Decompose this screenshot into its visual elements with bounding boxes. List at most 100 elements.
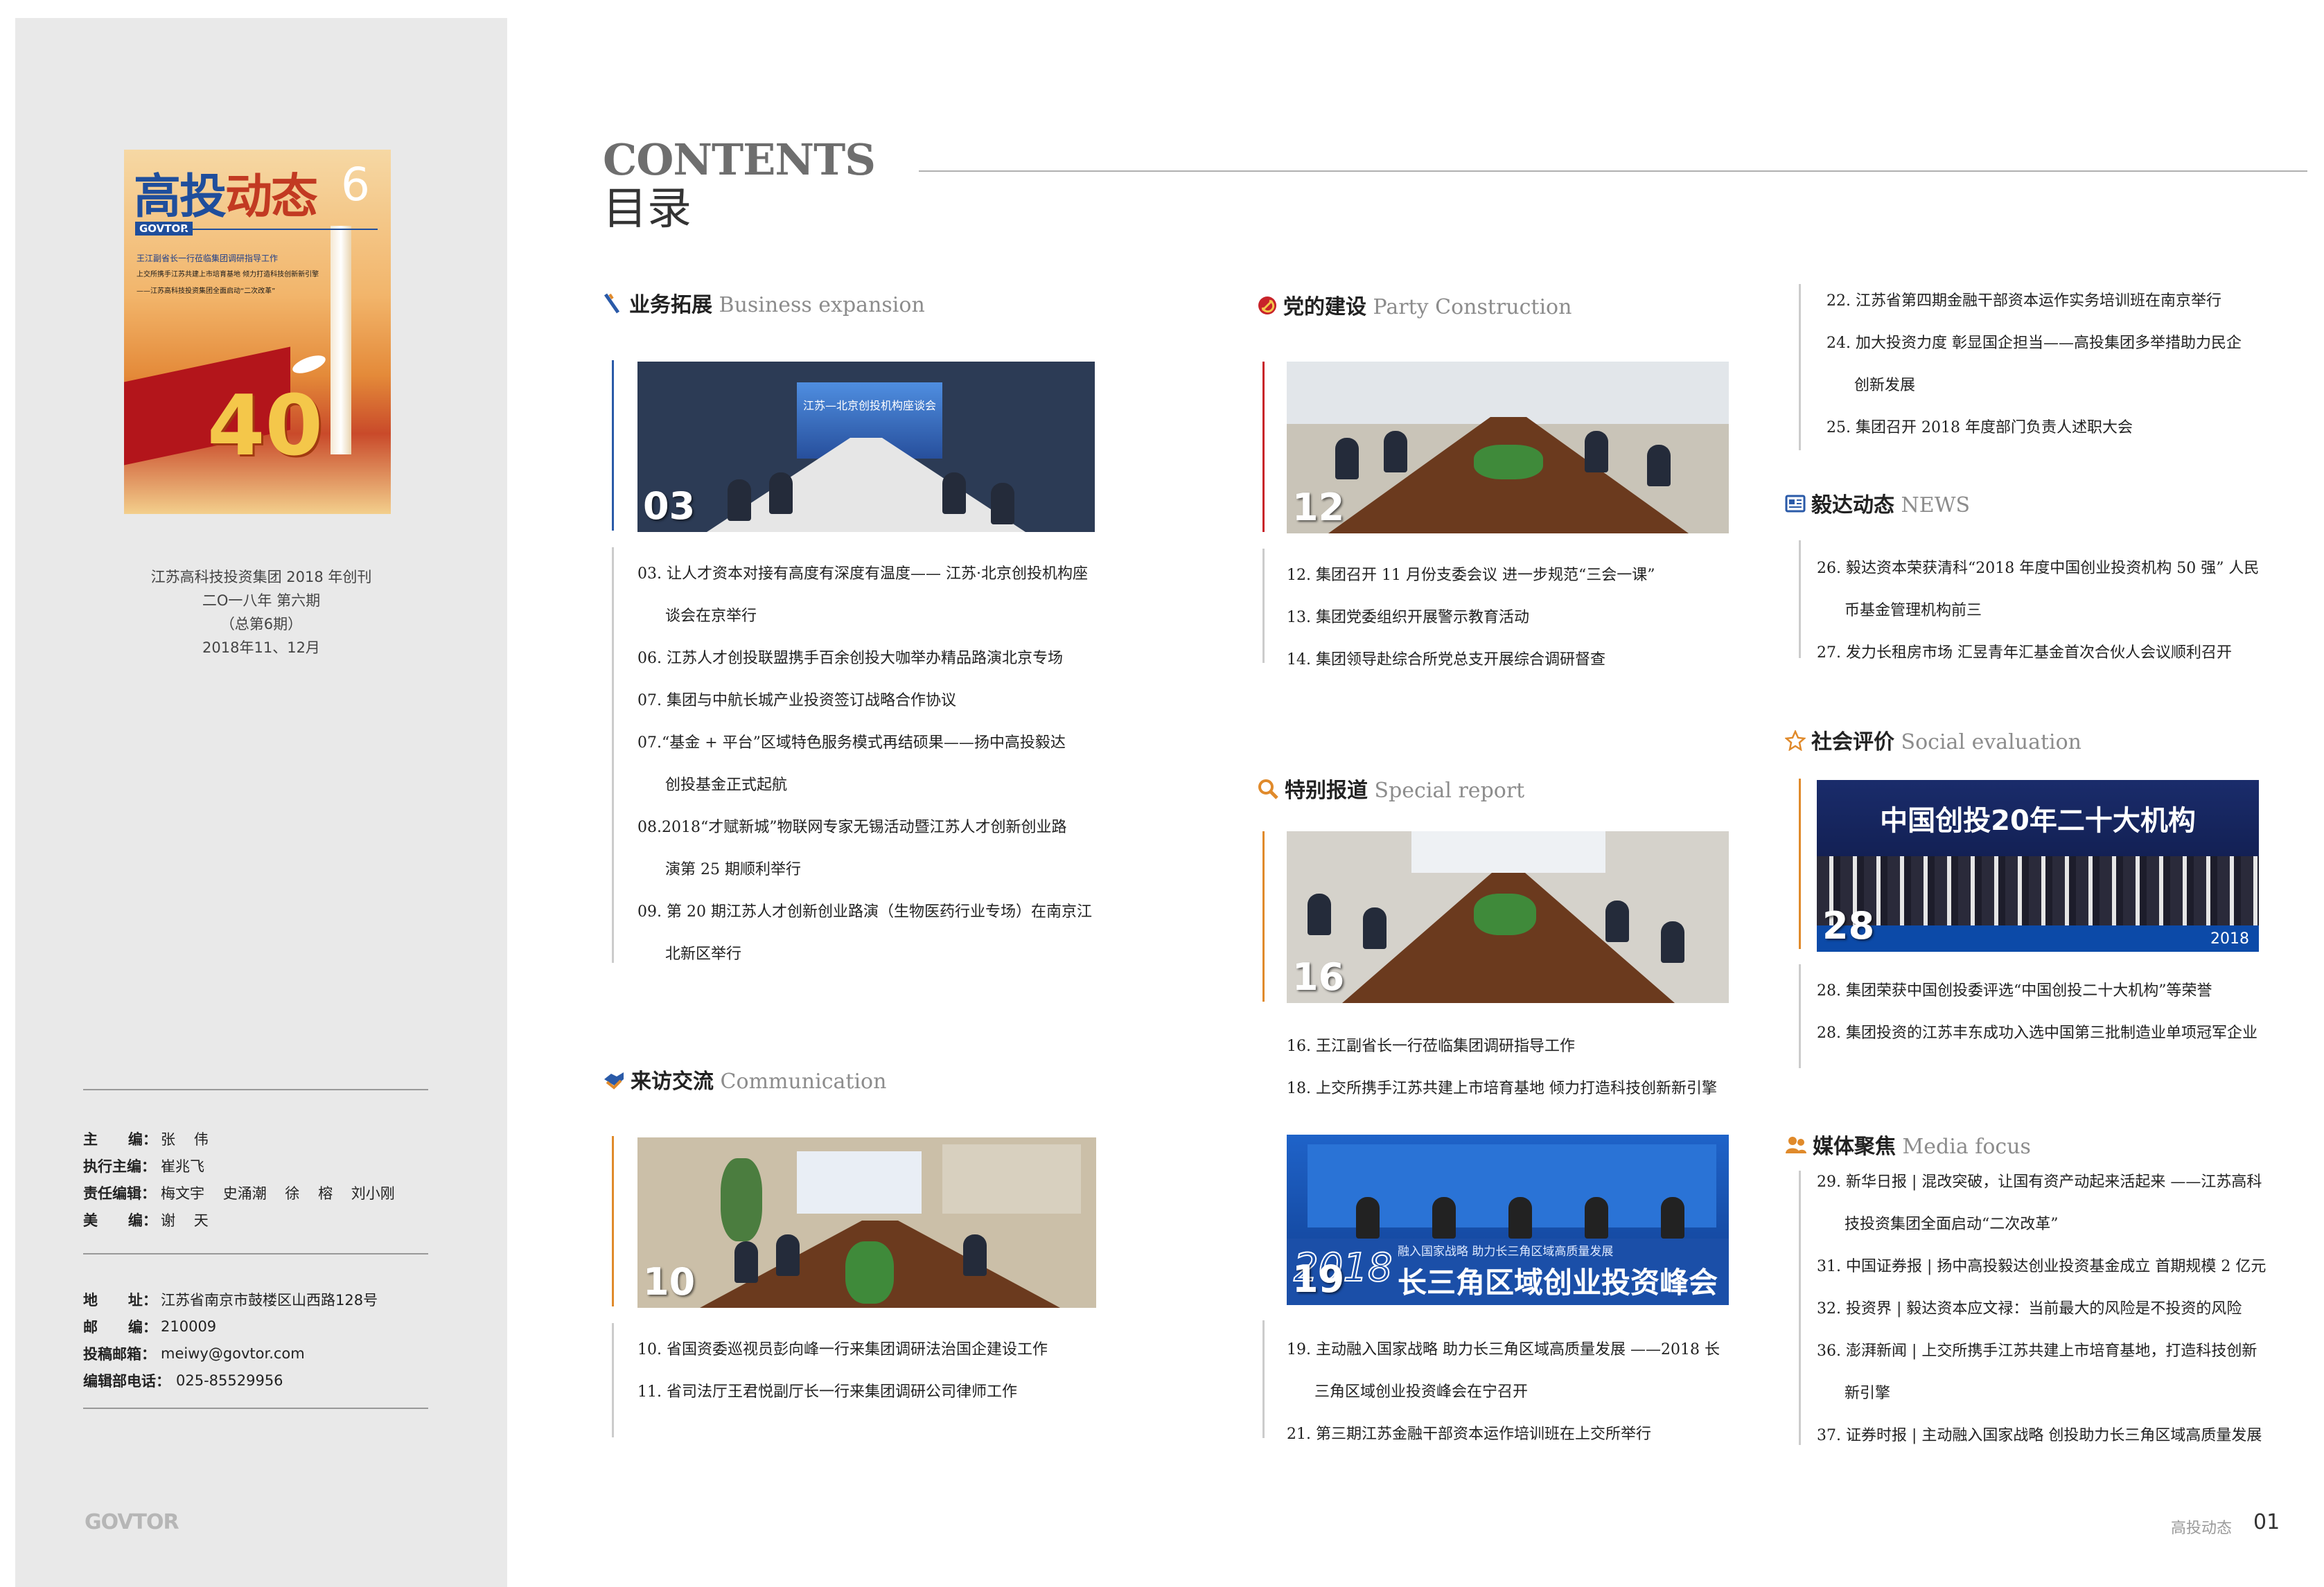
toc-item[interactable]: 08.2018“才赋新城”物联网专家无锡活动暨江苏人才创新创业路 — [637, 806, 1092, 849]
contact-key: 地 址： — [83, 1291, 157, 1309]
staff-row: 责任编辑： 梅文宇 史涌潮 徐 榕 刘小刚 — [83, 1179, 443, 1206]
item-list-business: 03. 让人才资本对接有高度有深度有温度—— 江苏·北京创投机构座 谈会在京举行… — [637, 553, 1092, 975]
contents-title-en: CONTENTS — [603, 134, 876, 185]
person — [1356, 1197, 1380, 1239]
toc-item-cont[interactable]: 北新区举行 — [637, 933, 1092, 975]
photo-business[interactable]: 江苏—北京创投机构座谈会 03 — [637, 362, 1095, 532]
toc-item[interactable]: 10. 省国资委巡视员彭向峰一行来集团调研法治国企建设工作 — [637, 1329, 1048, 1371]
toc-item[interactable]: 06. 江苏人才创投联盟携手百余创投大咖举办精品路演北京专场 — [637, 637, 1092, 680]
section-title-en: Special report — [1374, 779, 1525, 803]
staff-key: 责任编辑： — [83, 1185, 156, 1202]
toc-item[interactable]: 03. 让人才资本对接有高度有深度有温度—— 江苏·北京创投机构座 — [637, 553, 1092, 595]
toc-item[interactable]: 21. 第三期江苏金融干部资本运作培训班在上交所举行 — [1287, 1413, 1720, 1455]
toc-item[interactable]: 22. 江苏省第四期金融干部资本运作实务培训班在南京举行 — [1826, 280, 2242, 322]
toc-item[interactable]: 19. 主动融入国家战略 助力长三角区域高质量发展 ——2018 长 — [1287, 1329, 1720, 1371]
section-bar — [1262, 1320, 1265, 1438]
cover-brand-line — [184, 229, 378, 230]
page-badge: 19 — [1292, 1257, 1345, 1301]
section-title-zh: 社会评价 — [1811, 730, 1894, 754]
toc-item[interactable]: 18. 上交所携手江苏共建上市培育基地 倾力打造科技创新新引擎 — [1287, 1067, 1717, 1110]
photo-social[interactable]: 中国创投20年二十大机构 2018 28 — [1817, 780, 2259, 952]
section-heading-media: 媒体聚焦 Media focus — [1785, 1129, 2031, 1160]
section-title-zh: 毅达动态 — [1811, 493, 1894, 517]
page-badge: 10 — [643, 1260, 696, 1304]
pubinfo-line: 二O一八年 第六期 — [202, 592, 321, 609]
toc-item[interactable]: 24. 加大投资力度 彰显国企担当——高投集团多举措助力民企 — [1826, 322, 2242, 364]
person — [776, 1234, 800, 1276]
toc-item[interactable]: 29. 新华日报 | 混改突破，让国有资产动起来活起来 ——江苏高科 — [1817, 1161, 2266, 1203]
toc-item[interactable]: 07.“基金 + 平台”区域特色服务模式再结硕果——扬中高投毅达 — [637, 722, 1092, 764]
toc-item[interactable]: 27. 发力长租房市场 汇昱青年汇基金首次合伙人会议顺利召开 — [1817, 632, 2259, 674]
person — [1605, 901, 1629, 942]
window-wall — [1411, 831, 1605, 873]
toc-item[interactable]: 16. 王江副省长一行莅临集团调研指导工作 — [1287, 1025, 1717, 1067]
people-icon — [1785, 1135, 1807, 1160]
table-flowers — [1474, 445, 1543, 479]
item-list-special-cont: 22. 江苏省第四期金融干部资本运作实务培训班在南京举行 24. 加大投资力度 … — [1826, 280, 2242, 449]
star-icon — [1784, 729, 1806, 756]
section-heading-visits: 来访交流 Communication — [603, 1064, 886, 1096]
toc-item[interactable]: 28. 集团投资的江苏丰东成功入选中国第三批制造业单项冠军企业 — [1817, 1012, 2257, 1054]
stage-banner: 中国创投20年二十大机构 — [1880, 805, 2196, 837]
page-badge: 03 — [643, 484, 696, 528]
govtor-logo: GOVTOR — [85, 1510, 179, 1534]
section-bar — [1799, 1171, 1801, 1445]
handshake-icon — [603, 1070, 625, 1096]
section-bar — [1262, 831, 1265, 1002]
divider — [83, 1089, 428, 1090]
toc-item-cont[interactable]: 三角区域创业投资峰会在宁召开 — [1287, 1371, 1720, 1413]
toc-item[interactable]: 09. 第 20 期江苏人才创新创业路演（生物医药行业专场）在南京江 — [637, 891, 1092, 933]
person — [963, 1234, 987, 1276]
cover-masthead-b: 动态 — [225, 170, 318, 224]
staff-row: 执行主编： 崔兆飞 — [83, 1152, 443, 1179]
toc-item[interactable]: 25. 集团召开 2018 年度部门负责人述职大会 — [1826, 407, 2242, 449]
toc-item-cont[interactable]: 新引擎 — [1817, 1372, 2266, 1415]
photo-special-1[interactable]: 16 — [1287, 831, 1729, 1003]
cover-headlines: 王江副省长一行莅临集团调研指导工作 上交所携手江苏共建上市培育基地 倾力打造科技… — [137, 254, 324, 303]
section-title-en: Business expansion — [719, 293, 925, 317]
toc-item-cont[interactable]: 创新发展 — [1826, 364, 2242, 407]
photo-visits[interactable]: 10 — [637, 1137, 1096, 1308]
table-flowers — [845, 1241, 894, 1304]
toc-item[interactable]: 36. 澎湃新闻 | 上交所携手江苏共建上市培育基地，打造科技创新 — [1817, 1330, 2266, 1372]
section-heading-special: 特别报道 Special report — [1257, 773, 1524, 806]
page-badge: 16 — [1292, 955, 1345, 999]
toc-item[interactable]: 12. 集团召开 11 月份支委会议 进一步规范“三会一课” — [1287, 554, 1655, 596]
staff-key: 美 编： — [83, 1212, 157, 1229]
person — [1308, 894, 1331, 935]
toc-item[interactable]: 14. 集团领导赴综合所党总支开展综合调研督查 — [1287, 639, 1655, 681]
cover-masthead: 高投动态 — [134, 158, 318, 227]
contact-email[interactable]: meiwy@govtor.com — [161, 1345, 305, 1362]
toc-item[interactable]: 11. 省司法厅王君悦副厅长一行来集团调研公司律师工作 — [637, 1371, 1048, 1413]
toc-item-cont[interactable]: 演第 25 期顺利举行 — [637, 849, 1092, 891]
magnifier-icon — [1257, 778, 1279, 806]
section-title-zh: 来访交流 — [631, 1070, 714, 1094]
staff-key: 主 编： — [83, 1131, 157, 1148]
photo-special-2[interactable]: 融入国家战略 助力长三角区域高质量发展 2018 长三角区域创业投资峰会 19 — [1287, 1135, 1729, 1305]
toc-item-cont[interactable]: 谈会在京举行 — [637, 595, 1092, 637]
toc-item-cont[interactable]: 币基金管理机构前三 — [1817, 589, 2259, 632]
person — [1335, 438, 1359, 479]
toc-item[interactable]: 13. 集团党委组织开展警示教育活动 — [1287, 596, 1655, 639]
section-bar — [612, 547, 614, 963]
person — [728, 479, 751, 521]
toc-item[interactable]: 28. 集团荣获中国创投委评选“中国创投二十大机构”等荣誉 — [1817, 970, 2257, 1012]
person — [1661, 921, 1684, 963]
toc-item[interactable]: 26. 毅达资本荣获清科“2018 年度中国创业投资机构 50 强” 人民 — [1817, 547, 2259, 589]
section-title-zh: 媒体聚焦 — [1813, 1135, 1896, 1159]
toc-item[interactable]: 32. 投资界 | 毅达资本应文禄：当前最大的风险是不投资的风险 — [1817, 1288, 2266, 1330]
item-list-news: 26. 毅达资本荣获清科“2018 年度中国创业投资机构 50 强” 人民 币基… — [1817, 547, 2259, 674]
toc-item[interactable]: 37. 证券时报 | 主动融入国家战略 创投助力长三角区域高质量发展 — [1817, 1415, 2266, 1457]
section-title-zh: 党的建设 — [1283, 295, 1366, 319]
toc-item[interactable]: 07. 集团与中航长城产业投资签订战略合作协议 — [637, 680, 1092, 722]
toc-item-cont[interactable]: 技投资集团全面启动“二次改革” — [1817, 1203, 2266, 1245]
person — [1585, 431, 1608, 472]
header-rule — [919, 170, 2307, 172]
stage-year: 2018 — [2210, 930, 2249, 948]
contact-row: 编辑部电话： 025-85529956 — [83, 1367, 443, 1394]
photo-party[interactable]: 12 — [1287, 362, 1729, 533]
section-bar — [1262, 362, 1265, 532]
magazine-cover: 高投动态 6 GOVTOR 王江副省长一行莅临集团调研指导工作 上交所携手江苏共… — [124, 150, 391, 514]
toc-item-cont[interactable]: 创投基金正式起航 — [637, 764, 1092, 806]
toc-item[interactable]: 31. 中国证券报 | 扬中高投毅达创业投资基金成立 首期规模 2 亿元 — [1817, 1245, 2266, 1288]
